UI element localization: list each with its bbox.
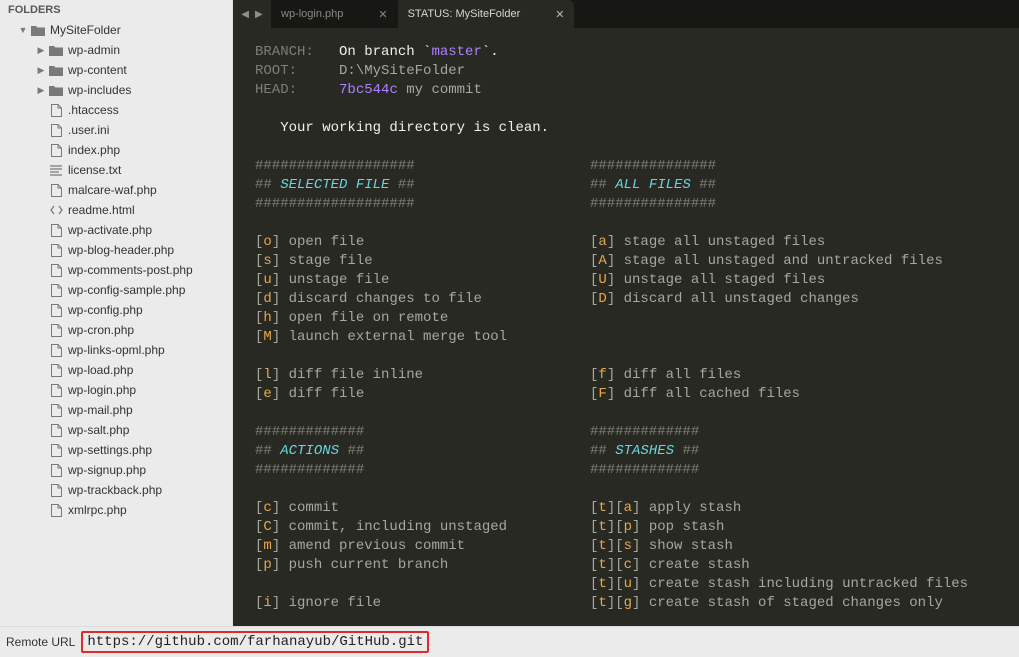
tree-file[interactable]: xmlrpc.php [0,500,232,520]
tree-item-label: wp-config.php [68,303,143,317]
chevron-right-icon: ▶ [36,65,46,76]
tree-item-label: wp-links-opml.php [68,343,165,357]
tree-item-label: license.txt [68,163,121,177]
editor-pane: ◀ ▶ wp-login.php ✕ STATUS: MySiteFolder ✕ B… [233,0,1019,626]
close-icon[interactable]: ✕ [555,8,564,21]
file-icon [48,263,64,277]
tree-file[interactable]: wp-mail.php [0,400,232,420]
file-icon [48,183,64,197]
file-icon [48,363,64,377]
tree-item-label: wp-activate.php [68,223,152,237]
tree-file[interactable]: wp-activate.php [0,220,232,240]
tree-item-label: wp-config-sample.php [68,283,185,297]
file-icon [48,103,64,117]
tree-item-label: wp-cron.php [68,323,134,337]
tree-file[interactable]: wp-settings.php [0,440,232,460]
file-icon [48,443,64,457]
file-icon [48,143,64,157]
file-icon [48,383,64,397]
tree-file[interactable]: .htaccess [0,100,232,120]
tree-item-label: malcare-waf.php [68,183,157,197]
file-icon [48,123,64,137]
file-icon [48,203,64,217]
folders-heading: FOLDERS [0,0,232,20]
status-bar: Remote URL https://github.com/farhanayub… [0,626,1019,657]
tree-item-label: wp-load.php [68,363,133,377]
tree-file[interactable]: wp-config.php [0,300,232,320]
tree-file[interactable]: license.txt [0,160,232,180]
tree-item-label: wp-blog-header.php [68,243,174,257]
tree-file[interactable]: wp-signup.php [0,460,232,480]
tree-item-label: xmlrpc.php [68,503,127,517]
tree-file[interactable]: wp-salt.php [0,420,232,440]
file-icon [48,303,64,317]
tree-item-label: wp-includes [68,83,131,97]
tree-file[interactable]: .user.ini [0,120,232,140]
tree-item-label: wp-signup.php [68,463,146,477]
tab-bar: ◀ ▶ wp-login.php ✕ STATUS: MySiteFolder ✕ [233,0,1019,28]
file-icon [48,283,64,297]
tree-item-label: index.php [68,143,120,157]
close-icon[interactable]: ✕ [378,8,387,21]
tree-item-label: wp-content [68,63,127,77]
tree-file[interactable]: wp-load.php [0,360,232,380]
tree-item-label: wp-admin [68,43,120,57]
folder-icon [48,63,64,77]
tree-item-label: wp-login.php [68,383,136,397]
tree-item-label: wp-trackback.php [68,483,162,497]
file-icon [48,423,64,437]
tree-folder[interactable]: ▶ wp-admin [0,40,232,60]
tree-file[interactable]: wp-config-sample.php [0,280,232,300]
tree-item-label: .htaccess [68,103,119,117]
tree-folder[interactable]: ▶ wp-content [0,60,232,80]
tree-item-label: wp-mail.php [68,403,133,417]
chevron-right-icon: ▶ [36,85,46,96]
file-icon [48,243,64,257]
editor-tab[interactable]: STATUS: MySiteFolder ✕ [398,0,575,28]
editor-tab[interactable]: wp-login.php ✕ [271,0,398,28]
folder-icon [48,43,64,57]
file-icon [48,503,64,517]
tree-file[interactable]: wp-trackback.php [0,480,232,500]
tree-item-label: .user.ini [68,123,109,137]
tab-label: STATUS: MySiteFolder [408,8,521,20]
file-icon [48,343,64,357]
tree-file[interactable]: readme.html [0,200,232,220]
tree-file[interactable]: malcare-waf.php [0,180,232,200]
folder-icon [48,83,64,97]
remote-url-label: Remote URL [6,635,75,649]
tree-file[interactable]: wp-login.php [0,380,232,400]
file-icon [48,483,64,497]
tree-item-label: MySiteFolder [50,23,121,37]
tree-item-label: readme.html [68,203,135,217]
editor-content: BRANCH: On branch `master`. ROOT: D:\MyS… [233,28,1019,626]
tree-file[interactable]: wp-cron.php [0,320,232,340]
nav-right-icon[interactable]: ▶ [255,9,263,20]
remote-url-input[interactable]: https://github.com/farhanayub/GitHub.git [81,631,429,653]
file-icon [48,163,64,177]
tree-file[interactable]: wp-blog-header.php [0,240,232,260]
tree-root[interactable]: ▼ MySiteFolder [0,20,232,40]
file-icon [48,223,64,237]
folder-icon [30,23,46,37]
tree-file[interactable]: wp-links-opml.php [0,340,232,360]
file-icon [48,323,64,337]
file-icon [48,463,64,477]
tree-file[interactable]: wp-comments-post.php [0,260,232,280]
tree-item-label: wp-salt.php [68,423,129,437]
tree-folder[interactable]: ▶ wp-includes [0,80,232,100]
tree-item-label: wp-settings.php [68,443,152,457]
tab-nav-arrows[interactable]: ◀ ▶ [233,0,271,28]
nav-left-icon[interactable]: ◀ [241,9,249,20]
file-icon [48,403,64,417]
tree-item-label: wp-comments-post.php [68,263,193,277]
chevron-down-icon: ▼ [18,25,28,35]
chevron-right-icon: ▶ [36,45,46,56]
tree-file[interactable]: index.php [0,140,232,160]
tab-label: wp-login.php [281,8,343,20]
folders-sidebar: FOLDERS ▼ MySiteFolder ▶ wp-admin ▶ wp-conten… [0,0,233,626]
